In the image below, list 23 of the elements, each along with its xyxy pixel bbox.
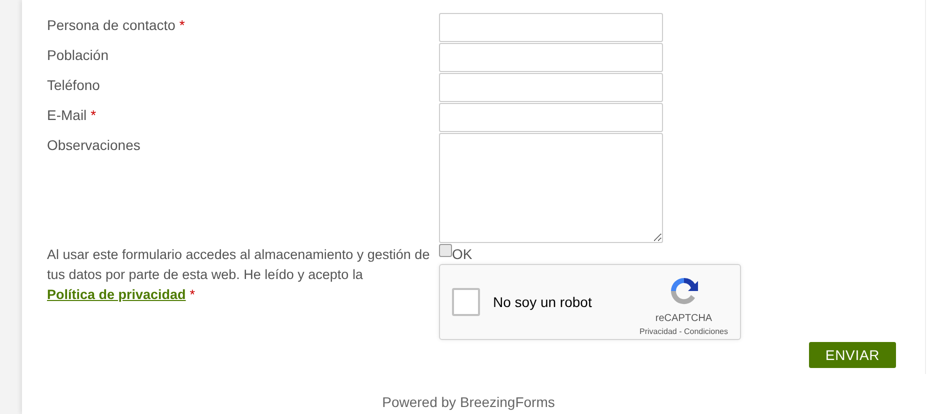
- captcha-terms-link[interactable]: Privacidad - Condiciones: [640, 326, 728, 338]
- captcha-checkbox[interactable]: [452, 288, 480, 316]
- field-label: Población: [47, 46, 108, 65]
- input-field[interactable]: [439, 13, 663, 42]
- required-asterisk: *: [90, 106, 96, 125]
- submit-button[interactable]: ENVIAR: [809, 342, 896, 368]
- field-label: Persona de contacto: [47, 16, 176, 35]
- input-field[interactable]: [439, 73, 663, 102]
- footer-text: Powered by BreezingForms: [382, 393, 555, 412]
- field-label: E-Mail: [47, 106, 87, 125]
- consent-checkbox[interactable]: [439, 244, 452, 257]
- text-area[interactable]: [439, 133, 663, 243]
- input-field[interactable]: [439, 43, 663, 72]
- field-label: Observaciones: [47, 136, 140, 155]
- required-asterisk: *: [179, 16, 185, 35]
- required-asterisk: *: [190, 286, 196, 304]
- privacy-policy-link[interactable]: Política de privacidad: [47, 285, 186, 305]
- captcha-label: No soy un robot: [493, 292, 592, 312]
- input-field[interactable]: [439, 103, 663, 132]
- recaptcha-brand: reCAPTCHA: [655, 312, 712, 326]
- field-label: Teléfono: [47, 76, 100, 95]
- checkbox-label: OK: [452, 246, 472, 262]
- consent-text: Al usar este formulario accedes al almacenamiento y gestión de tus datos por parte de esta web. He leído y acepto la: [47, 246, 431, 284]
